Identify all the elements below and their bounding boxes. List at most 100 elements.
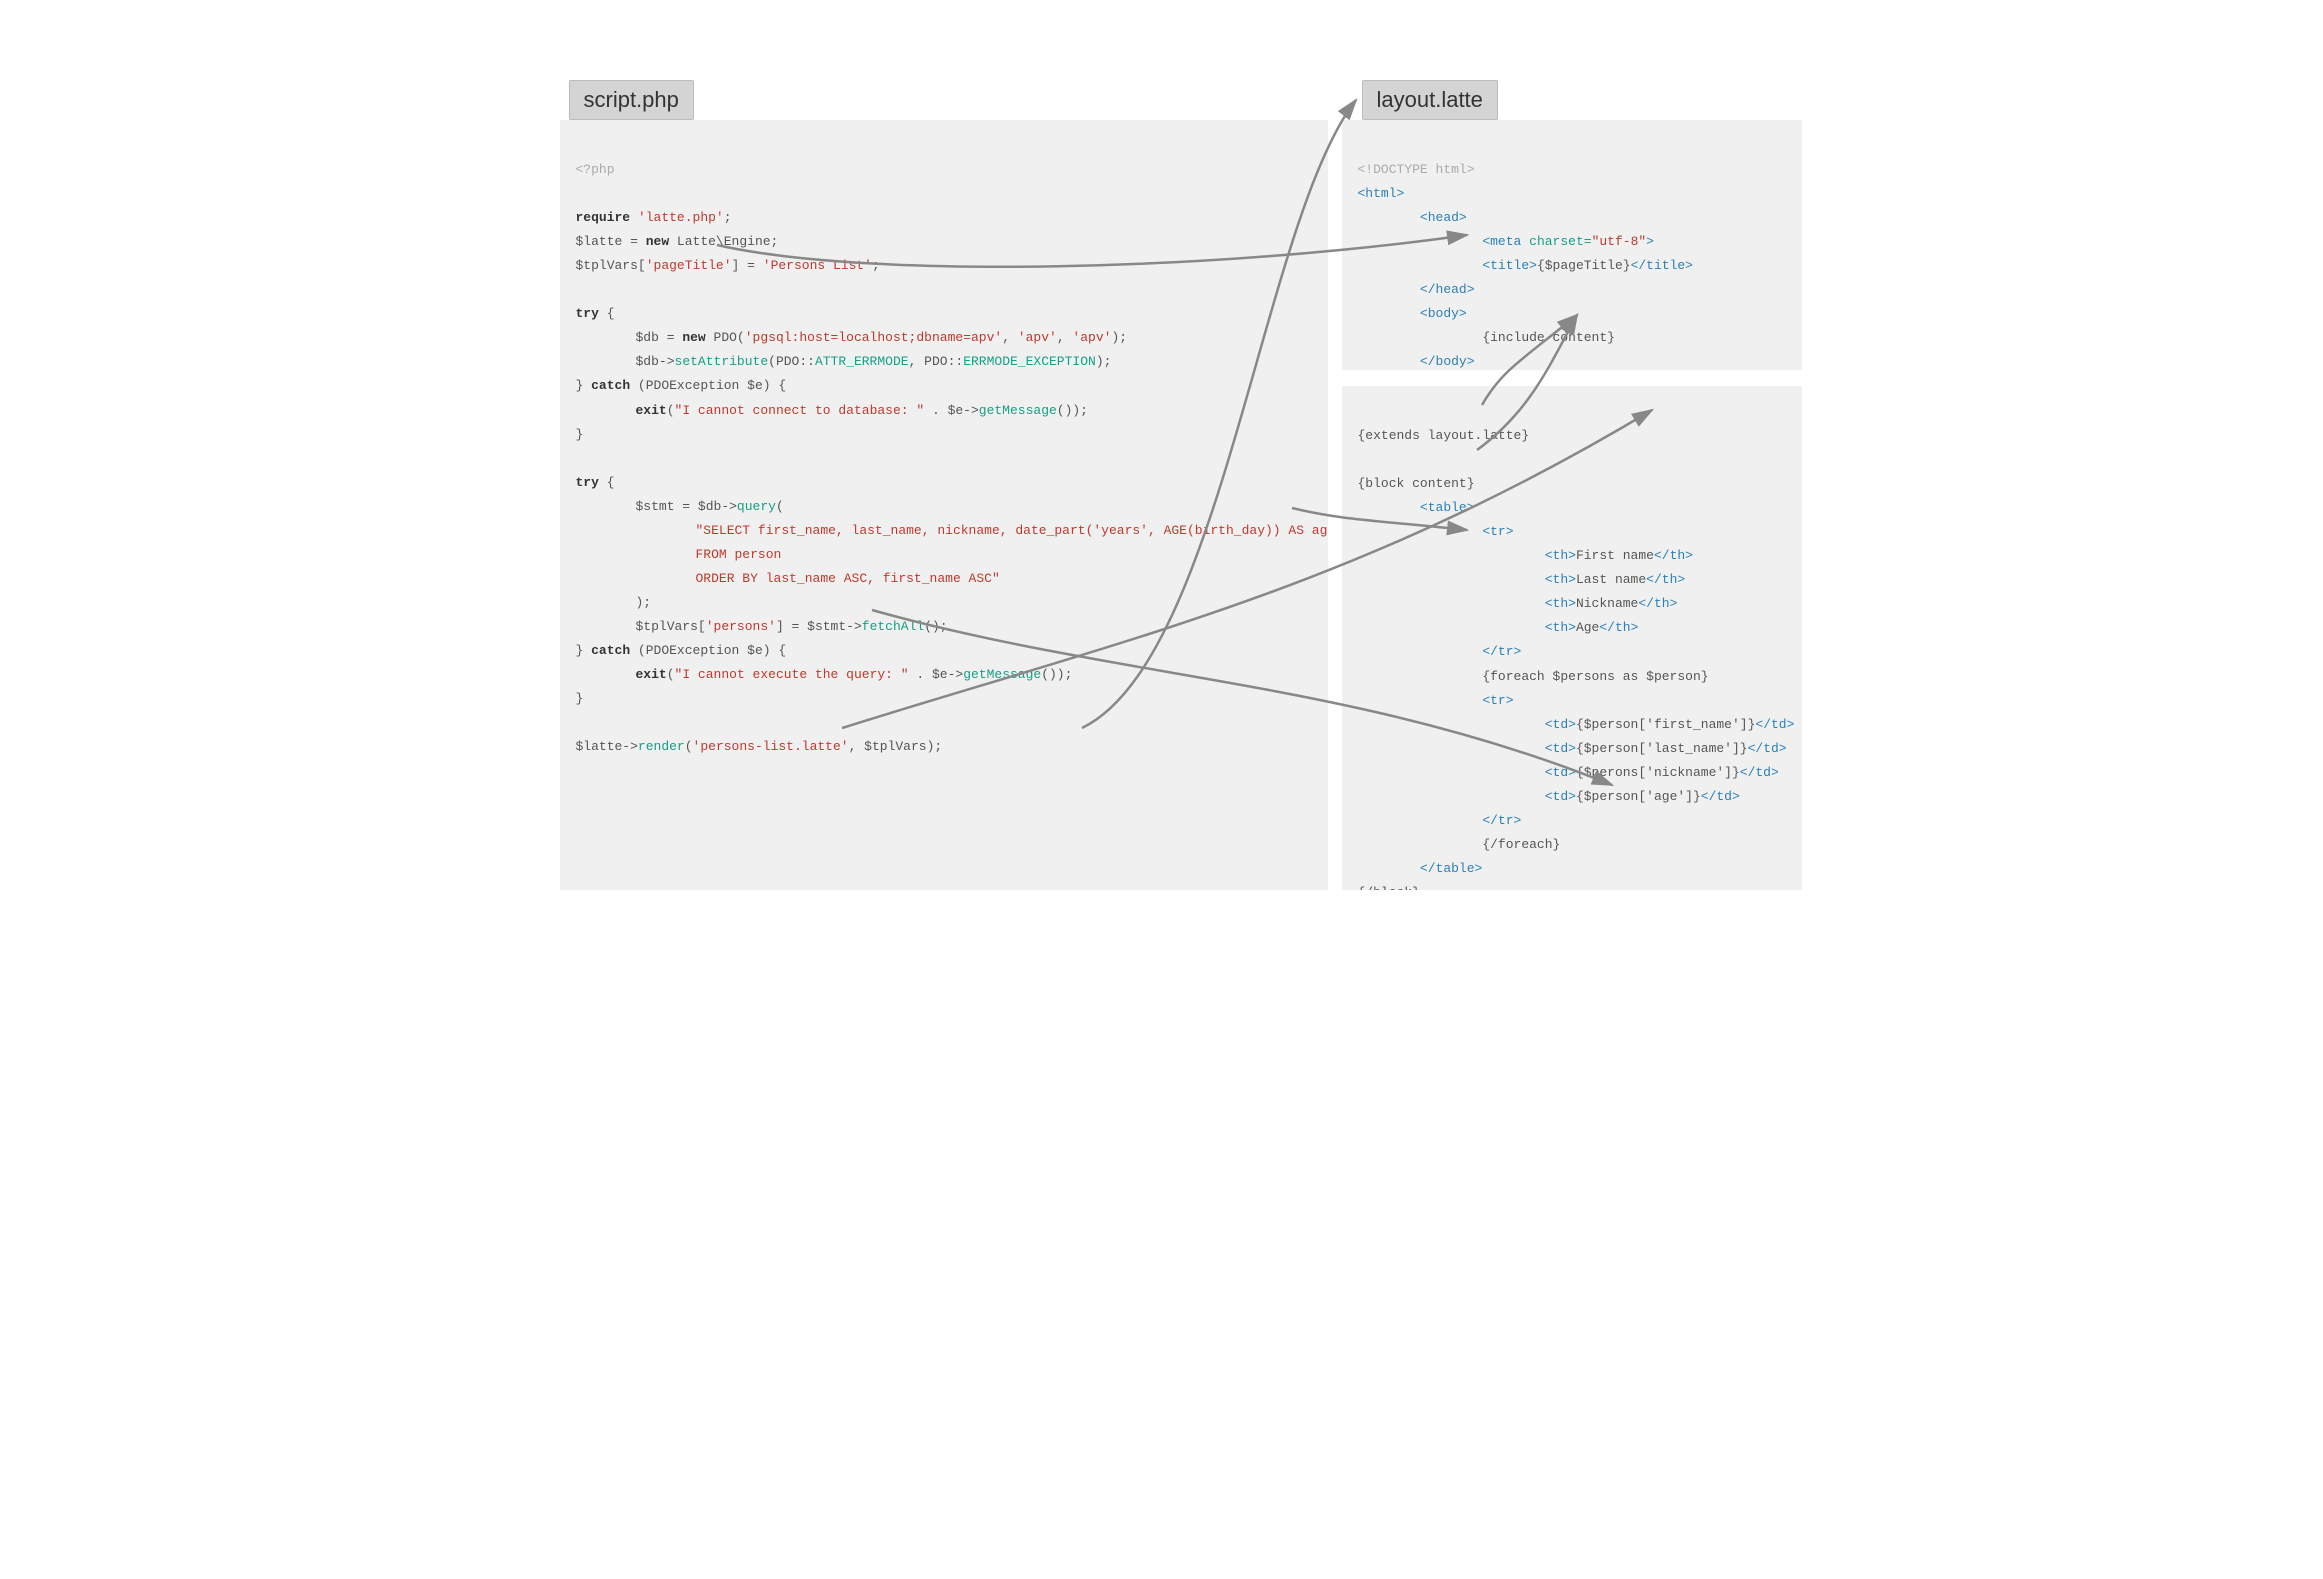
code-line: {extends layout.latte} [1358, 428, 1530, 443]
code-line: <?php [576, 162, 615, 177]
code-token: </th> [1638, 596, 1677, 611]
code-token: new [682, 330, 705, 345]
code-line: {foreach $persons as $person} [1482, 669, 1708, 684]
code-token: ( [776, 499, 784, 514]
code-persons-list-latte: {extends layout.latte} {block content} <… [1342, 386, 1802, 890]
code-token: "I cannot connect to database: " [675, 403, 925, 418]
code-token: charset= [1521, 234, 1591, 249]
code-token: } [576, 378, 592, 393]
code-line: <table> [1420, 500, 1475, 515]
code-token: } [576, 427, 584, 442]
code-token: {$person['last_name']} [1576, 741, 1748, 756]
code-line: {block content} [1358, 476, 1475, 491]
code-token: $db-> [636, 354, 675, 369]
code-token: Last name [1576, 572, 1646, 587]
code-token: ( [685, 739, 693, 754]
code-token: 'persons' [706, 619, 776, 634]
code-token: <title> [1482, 258, 1537, 273]
code-token: exit [636, 403, 667, 418]
code-token: ERRMODE_EXCEPTION [963, 354, 1096, 369]
code-token: {$person['first_name']} [1576, 717, 1755, 732]
code-token: try [576, 475, 599, 490]
code-token: new [646, 234, 669, 249]
code-token: <meta [1482, 234, 1521, 249]
code-token: (); [924, 619, 947, 634]
code-token: Age [1576, 620, 1599, 635]
code-token: require [576, 210, 631, 225]
code-token: render [638, 739, 685, 754]
code-token: 'pgsql:host=localhost;dbname=apv' [745, 330, 1002, 345]
code-token: ()); [1041, 667, 1072, 682]
code-token: setAttribute [675, 354, 769, 369]
code-line: <tr> [1482, 693, 1513, 708]
code-token: <td> [1545, 789, 1576, 804]
code-token: , [1002, 330, 1018, 345]
code-script-php: <?php require 'latte.php'; $latte = new … [560, 120, 1328, 890]
code-token: } [576, 643, 592, 658]
code-token: First name [1576, 548, 1654, 563]
code-token: getMessage [979, 403, 1057, 418]
code-token: $db = [636, 330, 683, 345]
code-token: 'latte.php' [638, 210, 724, 225]
code-line: <html> [1358, 186, 1405, 201]
code-token: </th> [1599, 620, 1638, 635]
code-token: ( [667, 403, 675, 418]
code-token: $stmt = $db-> [636, 499, 737, 514]
code-line: </head> [1420, 282, 1475, 297]
code-token: catch [591, 643, 630, 658]
code-token: getMessage [963, 667, 1041, 682]
code-token: 'apv' [1018, 330, 1057, 345]
code-token: . $e-> [924, 403, 979, 418]
code-line: </table> [1420, 861, 1482, 876]
code-token: ; [872, 258, 880, 273]
code-token: <th> [1545, 596, 1576, 611]
code-token: ); [1096, 354, 1112, 369]
code-token: 'apv' [1072, 330, 1111, 345]
code-token: , PDO:: [909, 354, 964, 369]
label-script-php: script.php [569, 80, 694, 120]
code-line: {/foreach} [1482, 837, 1560, 852]
code-token: try [576, 306, 599, 321]
label-layout-latte: layout.latte [1362, 80, 1498, 120]
code-line: {/block} [1358, 885, 1420, 890]
diagram-container: script.php layout.latte persons-list.lat… [522, 40, 1802, 900]
code-token: ( [667, 667, 675, 682]
code-token: query [737, 499, 776, 514]
code-token: . $e-> [909, 667, 964, 682]
code-token: "SELECT first_name, last_name, nickname,… [696, 523, 1328, 538]
code-line: </tr> [1482, 813, 1521, 828]
code-token: {$pageTitle} [1537, 258, 1631, 273]
code-token: $tplVars[ [576, 258, 646, 273]
code-token: > [1646, 234, 1654, 249]
code-token: $latte = [576, 234, 646, 249]
code-token: 'persons-list.latte' [693, 739, 849, 754]
code-token: </td> [1755, 717, 1794, 732]
code-token: ] = $stmt-> [776, 619, 862, 634]
code-token: PDO( [706, 330, 745, 345]
code-token: exit [636, 667, 667, 682]
code-token: <th> [1545, 548, 1576, 563]
code-token: Latte\Engine; [669, 234, 778, 249]
code-token: <td> [1545, 765, 1576, 780]
code-token: </td> [1740, 765, 1779, 780]
code-token: </th> [1646, 572, 1685, 587]
code-token: <td> [1545, 741, 1576, 756]
code-token: 'Persons List' [763, 258, 872, 273]
code-token: { [599, 306, 615, 321]
code-token: catch [591, 378, 630, 393]
code-token: $latte-> [576, 739, 638, 754]
code-line: <tr> [1482, 524, 1513, 539]
code-line: <body> [1420, 306, 1467, 321]
code-token: } [576, 691, 584, 706]
code-token: "utf-8" [1592, 234, 1647, 249]
code-token: ); [1111, 330, 1127, 345]
code-layout-latte: <!DOCTYPE html> <html> <head> <meta char… [1342, 120, 1802, 370]
code-token: (PDOException $e) { [630, 643, 786, 658]
code-token: (PDOException $e) { [630, 378, 786, 393]
code-token: ATTR_ERRMODE [815, 354, 909, 369]
code-token: {$perons['nickname']} [1576, 765, 1740, 780]
code-token: </title> [1631, 258, 1693, 273]
code-token: <th> [1545, 620, 1576, 635]
code-token: (PDO:: [768, 354, 815, 369]
code-token: , $tplVars); [849, 739, 943, 754]
